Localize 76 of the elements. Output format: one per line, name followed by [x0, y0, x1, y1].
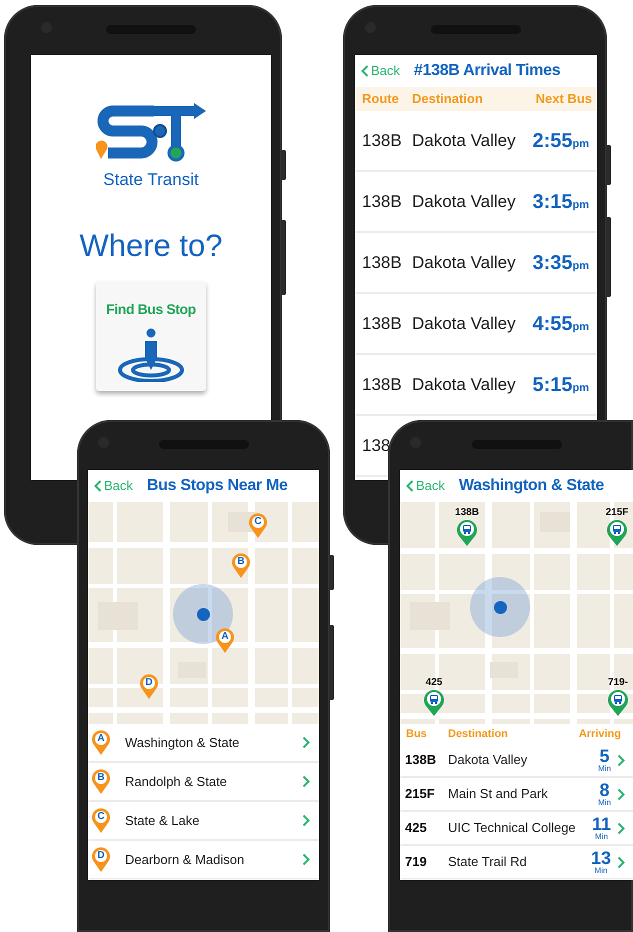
column-header: Next Bus — [534, 90, 592, 108]
screen-title: #138B Arrival Times — [414, 61, 560, 81]
bus-route-label: 215F — [604, 506, 630, 520]
bus-route-label: 138B — [454, 506, 480, 520]
stop-name: State & Lake — [125, 812, 200, 830]
bus-number: 719 — [405, 853, 428, 872]
arrival-list-item[interactable]: 719 State Trail Rd 13 Min — [400, 846, 633, 880]
route-number: 138 — [362, 434, 392, 457]
destination-name: Dakota Valley — [448, 751, 528, 770]
column-header: Destination — [448, 726, 509, 742]
destination-name: Dakota Valley — [412, 130, 517, 152]
arrival-time: 5:15pm — [532, 372, 589, 398]
chevron-icon — [617, 822, 625, 834]
chevron-icon — [302, 814, 310, 827]
chevron-icon — [302, 775, 310, 788]
arrival-time: 3:15pm — [532, 190, 589, 214]
arrival-list-item[interactable]: 138B Dakota Valley 5 Min — [400, 744, 633, 778]
stop-name: Washington & State — [125, 734, 240, 752]
current-location-marker — [173, 584, 233, 644]
route-number: 138B — [362, 252, 403, 274]
screen-title: Bus Stops Near Me — [146, 476, 288, 496]
arrival-time: 3:35pm — [532, 250, 589, 276]
route-number: 138B — [362, 190, 403, 213]
column-header: Arriving — [578, 726, 621, 742]
person-target-icon — [116, 328, 186, 382]
bus-pin-icon[interactable] — [456, 518, 478, 547]
bus-pin-icon[interactable] — [606, 518, 628, 547]
back-chevron-icon — [94, 480, 102, 492]
page-heading: Where to? — [79, 226, 222, 264]
bus-number: 138B — [405, 751, 438, 770]
bus-route-label: 425 — [424, 676, 444, 690]
arrival-time: 2:55pm — [532, 128, 589, 154]
bus-pin-icon[interactable] — [423, 688, 445, 717]
route-number: 138B — [362, 130, 403, 152]
minutes-until-arrival: 8 Min — [598, 781, 611, 807]
stop-marker-icon: A — [91, 729, 111, 756]
destination-name: Dakota Valley — [412, 190, 517, 213]
route-number: 138B — [362, 312, 403, 335]
column-header: Destination — [412, 90, 484, 108]
bus-number: 425 — [405, 819, 428, 838]
destination-name: Dakota Valley — [412, 312, 517, 335]
minutes-until-arrival: 5 Min — [598, 747, 611, 773]
destination-name: UIC Technical College — [448, 819, 577, 838]
chevron-icon — [617, 788, 625, 800]
bus-route-label: 719- — [606, 676, 629, 690]
chevron-icon — [302, 736, 310, 749]
arrival-list-item[interactable]: 215F Main St and Park 8 Min — [400, 778, 633, 812]
chevron-icon — [617, 856, 625, 868]
destination-name: State Trail Rd — [448, 853, 528, 872]
destination-name: Main St and Park — [448, 785, 549, 804]
destination-name: Dakota Valley — [412, 374, 517, 396]
minutes-until-arrival: 13 Min — [590, 849, 611, 875]
map-pin-marker[interactable]: C — [248, 512, 268, 539]
map-pin-marker[interactable]: D — [139, 673, 159, 700]
route-number: 138B — [362, 374, 403, 396]
column-header: Route — [362, 90, 400, 108]
arrival-time: 4:55pm — [532, 312, 589, 336]
destination-name: Dakota Valley — [412, 252, 517, 274]
back-chevron-icon — [406, 480, 414, 492]
chevron-icon — [302, 853, 310, 866]
bus-pin-icon[interactable] — [607, 688, 629, 717]
column-header: Bus — [406, 726, 428, 742]
arrival-list-item[interactable]: 425 UIC Technical College 11 Min — [400, 812, 633, 846]
bus-number: 215F — [405, 785, 436, 804]
back-chevron-icon — [361, 65, 369, 77]
stop-marker-icon: D — [91, 846, 111, 873]
chevron-icon — [617, 754, 625, 766]
app-name: State Transit — [103, 169, 199, 191]
map-pin-marker[interactable]: A — [215, 627, 235, 654]
screen-title: Washington & State — [458, 476, 604, 496]
map-pin-marker[interactable]: B — [231, 552, 251, 579]
stop-marker-icon: C — [91, 807, 111, 834]
minutes-until-arrival: 11 Min — [592, 815, 611, 841]
stop-name: Dearborn & Madison — [125, 850, 246, 869]
stop-marker-icon: B — [91, 768, 111, 795]
stop-name: Randolph & State — [125, 772, 228, 791]
